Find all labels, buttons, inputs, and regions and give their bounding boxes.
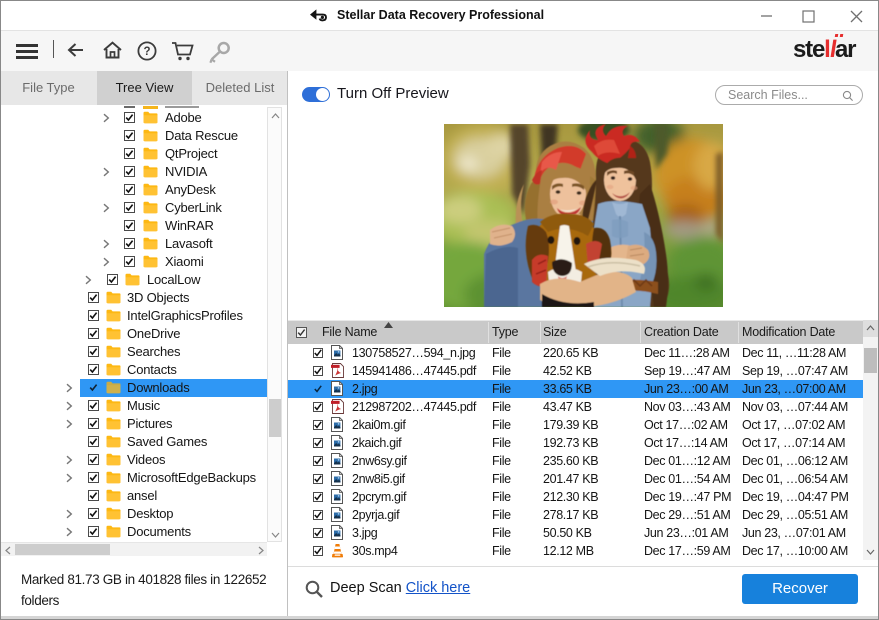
svg-text:?: ?: [143, 46, 150, 58]
